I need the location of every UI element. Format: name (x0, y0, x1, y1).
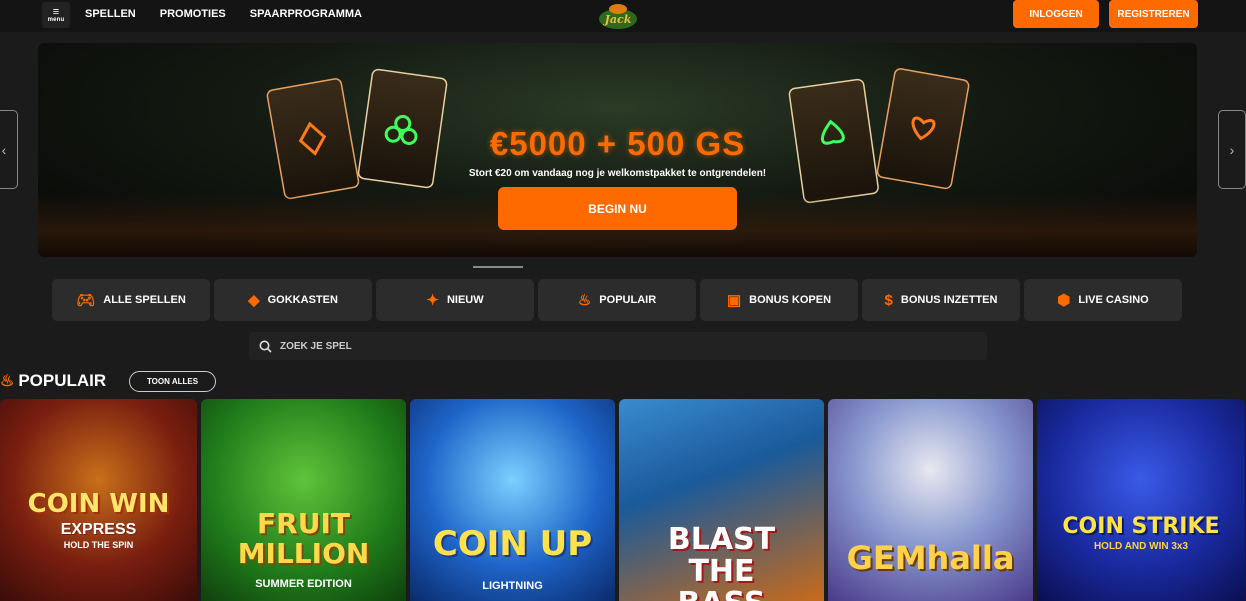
carousel-prev-icon[interactable]: ‹ (0, 110, 18, 189)
banner-subline: Stort €20 om vandaag nog je welkomstpakk… (468, 168, 767, 179)
banner-headline: €5000 + 500 GS (489, 125, 746, 162)
game-list: COIN WIN EXPRESS HOLD THE SPIN FRUIT MIL… (0, 399, 1245, 601)
game-subtitle: SUMMER EDITION (255, 578, 352, 590)
category-label: ALLE SPELLEN (103, 294, 186, 306)
login-button[interactable]: INLOGGEN (1013, 0, 1099, 28)
logo-text: Jack (603, 13, 632, 26)
sparkle-icon: ✦ (426, 291, 439, 309)
game-title: COIN STRIKE (1062, 514, 1220, 539)
flame-icon: ♨ (0, 373, 15, 390)
category-bonus-inzetten[interactable]: $ BONUS INZETTEN (862, 279, 1020, 321)
game-card-coin-strike[interactable]: COIN STRIKE HOLD AND WIN 3x3 (1037, 399, 1245, 601)
carousel-next-icon[interactable]: › (1218, 110, 1246, 189)
section-header: ♨ POPULAIR (0, 371, 106, 391)
search-icon (259, 340, 272, 353)
game-search (249, 332, 987, 360)
category-label: BONUS KOPEN (749, 294, 832, 306)
game-tag: HOLD THE SPIN (63, 540, 134, 550)
show-all-button[interactable]: TOON ALLES (129, 371, 216, 392)
game-subtitle: LIGHTNING (482, 580, 543, 592)
category-alle-spellen[interactable]: 🎮︎ ALLE SPELLEN (52, 279, 210, 321)
game-title: BLAST THE BASS (667, 522, 776, 601)
game-title: GEMhalla (846, 539, 1015, 577)
category-live-casino[interactable]: ⬢ LIVE CASINO (1024, 279, 1182, 321)
diamond-icon: ◆ (248, 291, 260, 309)
main-nav: SPELLEN PROMOTIES SPAARPROGRAMMA (85, 8, 362, 20)
jack-logo[interactable]: Jack (597, 1, 639, 31)
game-title: FRUIT MILLION (237, 507, 370, 570)
menu-button[interactable]: ≡ menu (42, 2, 70, 28)
hamburger-icon: ≡ (52, 5, 60, 18)
search-input[interactable] (280, 340, 880, 352)
menu-label: menu (47, 16, 65, 23)
game-card-gemhalla[interactable]: GEMhalla (828, 399, 1033, 601)
top-bar: ≡ menu SPELLEN PROMOTIES SPAARPROGRAMMA … (0, 0, 1246, 32)
game-subtitle: EXPRESS (60, 521, 137, 538)
game-subtitle: HOLD AND WIN 3x3 (1093, 541, 1189, 552)
category-label: GOKKASTEN (267, 294, 338, 306)
category-label: POPULAIR (599, 294, 657, 306)
category-bonus-kopen[interactable]: ▣ BONUS KOPEN (700, 279, 858, 321)
carousel-indicator[interactable] (473, 266, 523, 268)
game-title: COIN WIN (27, 489, 170, 519)
game-card-coin-up[interactable]: COIN UP LIGHTNING (410, 399, 615, 601)
section-title: POPULAIR (18, 371, 107, 390)
gamepad-icon: 🎮︎ (76, 291, 96, 309)
gift-icon: ▣ (726, 291, 742, 309)
begin-now-button[interactable]: BEGIN NU (498, 187, 737, 230)
category-nieuw[interactable]: ✦ NIEUW (376, 279, 534, 321)
category-gokkasten[interactable]: ◆ GOKKASTEN (214, 279, 372, 321)
register-button[interactable]: REGISTREREN (1109, 0, 1198, 28)
category-bar: 🎮︎ ALLE SPELLEN ◆ GOKKASTEN ✦ NIEUW ♨ PO… (52, 279, 1182, 321)
nav-promoties[interactable]: PROMOTIES (160, 8, 226, 20)
flame-icon: ♨ (577, 291, 592, 309)
game-title: COIN UP (432, 524, 593, 564)
nav-spaarprogramma[interactable]: SPAARPROGRAMMA (250, 8, 362, 20)
money-bag-icon: $ (884, 291, 893, 309)
game-card-fruit-million[interactable]: FRUIT MILLION SUMMER EDITION (201, 399, 406, 601)
category-populair[interactable]: ♨ POPULAIR (538, 279, 696, 321)
game-card-coin-win[interactable]: COIN WIN EXPRESS HOLD THE SPIN (0, 399, 197, 601)
cube-icon: ⬢ (1057, 291, 1071, 309)
category-label: BONUS INZETTEN (900, 294, 998, 306)
category-label: NIEUW (446, 294, 484, 306)
nav-spellen[interactable]: SPELLEN (85, 8, 136, 20)
category-label: LIVE CASINO (1078, 294, 1149, 306)
promo-banner: €5000 + 500 GS Stort €20 om vandaag nog … (38, 43, 1197, 257)
game-card-blast-the-bass[interactable]: BLAST THE BASS (619, 399, 824, 601)
